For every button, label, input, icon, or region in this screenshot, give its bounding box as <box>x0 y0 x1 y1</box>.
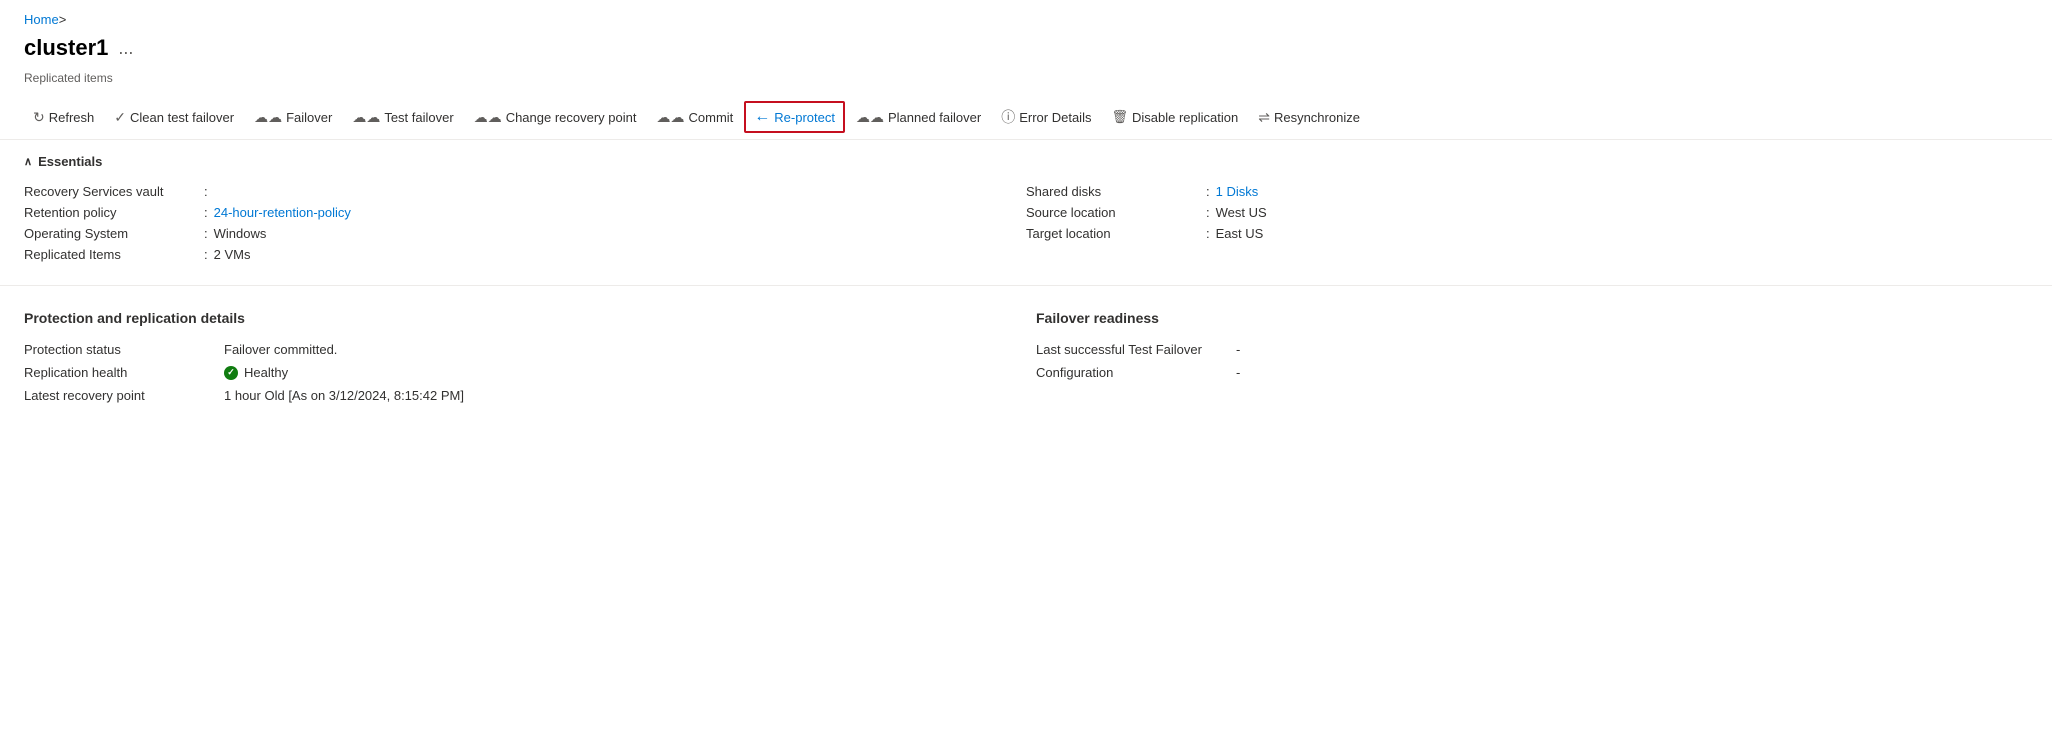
essentials-grid: Recovery Services vault : Retention poli… <box>24 181 2028 265</box>
essentials-row-os: Operating System : Windows <box>24 223 1026 244</box>
configuration-value: - <box>1236 365 2028 380</box>
test-failover-label: Test failover <box>384 110 453 125</box>
failover-col: Failover readiness Last successful Test … <box>1036 310 2028 407</box>
essentials-row-retention: Retention policy : 24-hour-retention-pol… <box>24 202 1026 223</box>
protection-col: Protection and replication details Prote… <box>24 310 1016 407</box>
source-value: West US <box>1216 205 1267 220</box>
section-divider <box>0 285 2052 286</box>
source-label: Source location <box>1026 205 1206 220</box>
planned-failover-button[interactable]: ☁ Planned failover <box>847 103 990 132</box>
change-recovery-point-button[interactable]: ☁ Change recovery point <box>465 103 646 132</box>
essentials-row-vault: Recovery Services vault : <box>24 181 1026 202</box>
cloud-icon-test: ☁ <box>352 109 380 126</box>
planned-failover-label: Planned failover <box>888 110 981 125</box>
arrow-left-icon: ← <box>754 108 770 126</box>
essentials-right: Shared disks : 1 Disks Source location :… <box>1026 181 2028 265</box>
error-details-label: Error Details <box>1019 110 1091 125</box>
breadcrumb: Home > <box>0 0 2052 31</box>
protection-status-value: Failover committed. <box>224 342 1016 357</box>
clean-test-failover-button[interactable]: Clean test failover <box>105 103 243 132</box>
resync-icon: ⇌ <box>1258 109 1270 126</box>
resynchronize-label: Resynchronize <box>1274 110 1360 125</box>
shared-label: Shared disks <box>1026 184 1206 199</box>
essentials-section: ∧ Essentials Recovery Services vault : R… <box>0 140 2052 275</box>
failover-label: Failover <box>286 110 332 125</box>
breadcrumb-sep: > <box>59 12 67 27</box>
retention-value: 24-hour-retention-policy <box>214 205 351 220</box>
vault-label: Recovery Services vault <box>24 184 204 199</box>
toolbar: Refresh Clean test failover ☁ Failover ☁… <box>0 95 2052 140</box>
essentials-row-replicated: Replicated Items : 2 VMs <box>24 244 1026 265</box>
os-value: Windows <box>214 226 267 241</box>
commit-button[interactable]: ☁ Commit <box>648 103 743 132</box>
last-test-failover-value: - <box>1236 342 2028 357</box>
essentials-left: Recovery Services vault : Retention poli… <box>24 181 1026 265</box>
configuration-label: Configuration <box>1036 365 1236 380</box>
home-link[interactable]: Home <box>24 12 59 27</box>
failover-heading: Failover readiness <box>1036 310 2028 326</box>
info-icon: ⓘ <box>1001 107 1015 127</box>
check-icon <box>114 109 126 126</box>
os-label: Operating System <box>24 226 204 241</box>
replication-health-row: Replication health Healthy <box>24 361 1016 384</box>
clean-test-failover-label: Clean test failover <box>130 110 234 125</box>
protection-heading: Protection and replication details <box>24 310 1016 326</box>
target-value: East US <box>1216 226 1264 241</box>
resynchronize-button[interactable]: ⇌ Resynchronize <box>1249 103 1369 132</box>
failover-button[interactable]: ☁ Failover <box>245 103 341 132</box>
cloud-icon-commit: ☁ <box>657 109 685 126</box>
configuration-row: Configuration - <box>1036 361 2028 384</box>
replicated-value: 2 VMs <box>214 247 251 262</box>
replicated-label: Replicated Items <box>24 247 204 262</box>
disable-replication-label: Disable replication <box>1132 110 1238 125</box>
retention-label: Retention policy <box>24 205 204 220</box>
re-protect-label: Re-protect <box>774 110 835 125</box>
replication-health-value: Healthy <box>224 365 1016 380</box>
recovery-point-value: 1 hour Old [As on 3/12/2024, 8:15:42 PM] <box>224 388 1016 403</box>
last-test-failover-row: Last successful Test Failover - <box>1036 338 2028 361</box>
healthy-text: Healthy <box>244 365 288 380</box>
commit-label: Commit <box>689 110 734 125</box>
page-title: cluster1 <box>24 35 108 61</box>
page-more-button[interactable]: ... <box>118 38 133 59</box>
trash-icon: 🗑 <box>1111 109 1128 125</box>
re-protect-button[interactable]: ← Re-protect <box>744 101 845 133</box>
refresh-label: Refresh <box>49 110 95 125</box>
change-recovery-point-label: Change recovery point <box>506 110 637 125</box>
target-label: Target location <box>1026 226 1206 241</box>
shared-value: 1 Disks <box>1216 184 1259 199</box>
cloud-icon-recovery: ☁ <box>474 109 502 126</box>
cloud-icon-failover: ☁ <box>254 109 282 126</box>
essentials-row-shared: Shared disks : 1 Disks <box>1026 181 2028 202</box>
replication-health-label: Replication health <box>24 365 224 380</box>
essentials-row-target: Target location : East US <box>1026 223 2028 244</box>
refresh-button[interactable]: Refresh <box>24 103 103 132</box>
page-header: cluster1 ... <box>0 31 2052 71</box>
essentials-title: ∧ Essentials <box>24 154 2028 169</box>
protection-status-row: Protection status Failover committed. <box>24 338 1016 361</box>
shared-link[interactable]: 1 Disks <box>1216 184 1259 199</box>
disable-replication-button[interactable]: 🗑 Disable replication <box>1102 103 1247 131</box>
retention-link[interactable]: 24-hour-retention-policy <box>214 205 351 220</box>
recovery-point-label: Latest recovery point <box>24 388 224 403</box>
last-test-failover-label: Last successful Test Failover <box>1036 342 1236 357</box>
recovery-point-row: Latest recovery point 1 hour Old [As on … <box>24 384 1016 407</box>
essentials-chevron[interactable]: ∧ <box>24 155 32 168</box>
healthy-icon <box>224 366 238 380</box>
error-details-button[interactable]: ⓘ Error Details <box>992 101 1100 133</box>
protection-status-label: Protection status <box>24 342 224 357</box>
essentials-row-source: Source location : West US <box>1026 202 2028 223</box>
details-section: Protection and replication details Prote… <box>0 296 2052 421</box>
refresh-icon <box>33 109 45 126</box>
test-failover-button[interactable]: ☁ Test failover <box>343 103 462 132</box>
essentials-heading: Essentials <box>38 154 102 169</box>
page-subtitle: Replicated items <box>0 71 2052 95</box>
cloud-icon-planned: ☁ <box>856 109 884 126</box>
